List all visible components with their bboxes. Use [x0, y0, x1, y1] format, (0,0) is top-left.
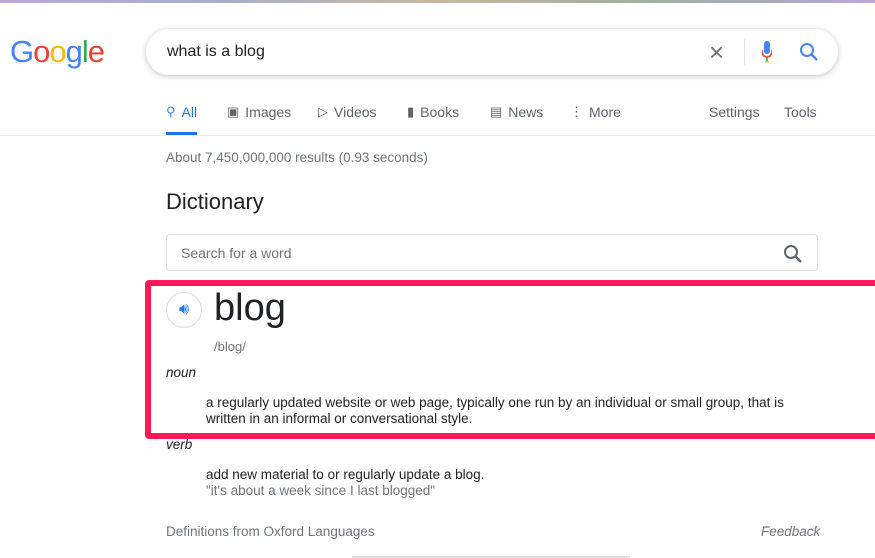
word-search-box[interactable] [166, 234, 818, 271]
part-of-speech-verb: verb [166, 437, 193, 452]
tab-label: All [181, 104, 198, 120]
search-tabs: ⚲ All ▣ Images ▷ Videos ▮ Books ▤ News ⋮ More … [0, 104, 875, 136]
news-icon: ▤ [490, 104, 503, 119]
result-stats: About 7,450,000,000 results (0.93 second… [166, 150, 428, 165]
feedback-link[interactable]: Feedback [761, 524, 820, 539]
tab-label: Images [245, 104, 292, 120]
tab-label: News [508, 104, 544, 120]
headword: blog [214, 287, 286, 329]
search-box[interactable]: what is a blog × [146, 29, 838, 75]
microphone-icon[interactable] [762, 41, 772, 63]
tab-images[interactable]: ▣ Images [227, 104, 291, 120]
verb-definition: add new material to or regularly update … [206, 467, 485, 482]
search-icon[interactable] [799, 42, 819, 62]
image-icon: ▣ [227, 104, 240, 119]
tab-label: More [589, 104, 621, 120]
play-icon: ▷ [318, 104, 328, 119]
tab-label: Videos [334, 104, 377, 120]
word-search-input[interactable] [181, 245, 741, 261]
speaker-icon: 🔊︎ [178, 301, 190, 318]
tab-books[interactable]: ▮ Books [407, 104, 459, 120]
part-of-speech-noun: noun [166, 365, 197, 380]
source-link[interactable]: Definitions from Oxford Languages [166, 524, 375, 539]
tab-videos[interactable]: ▷ Videos [318, 104, 377, 120]
dictionary-title: Dictionary [166, 189, 264, 214]
tab-all[interactable]: ⚲ All [166, 104, 198, 135]
clear-icon[interactable]: × [709, 37, 724, 68]
tab-news[interactable]: ▤ News [490, 104, 543, 120]
tools-link[interactable]: Tools [784, 104, 817, 120]
search-icon: ⚲ [166, 104, 176, 119]
settings-link[interactable]: Settings [709, 104, 760, 120]
noun-definition: a regularly updated website or web page,… [206, 395, 784, 426]
search-input[interactable]: what is a blog [167, 43, 265, 61]
search-icon[interactable] [783, 244, 803, 264]
phonetic: /blog/ [214, 339, 246, 354]
pronounce-button[interactable]: 🔊︎ [166, 292, 202, 328]
tab-more[interactable]: ⋮ More [570, 104, 621, 120]
tab-label: Books [420, 104, 460, 120]
book-icon: ▮ [407, 104, 415, 119]
google-logo[interactable]: Google [10, 34, 105, 70]
browser-top-strip [0, 0, 875, 3]
divider [744, 39, 745, 65]
verb-example: "it's about a week since I last blogged" [206, 483, 436, 498]
more-vert-icon: ⋮ [570, 104, 583, 119]
